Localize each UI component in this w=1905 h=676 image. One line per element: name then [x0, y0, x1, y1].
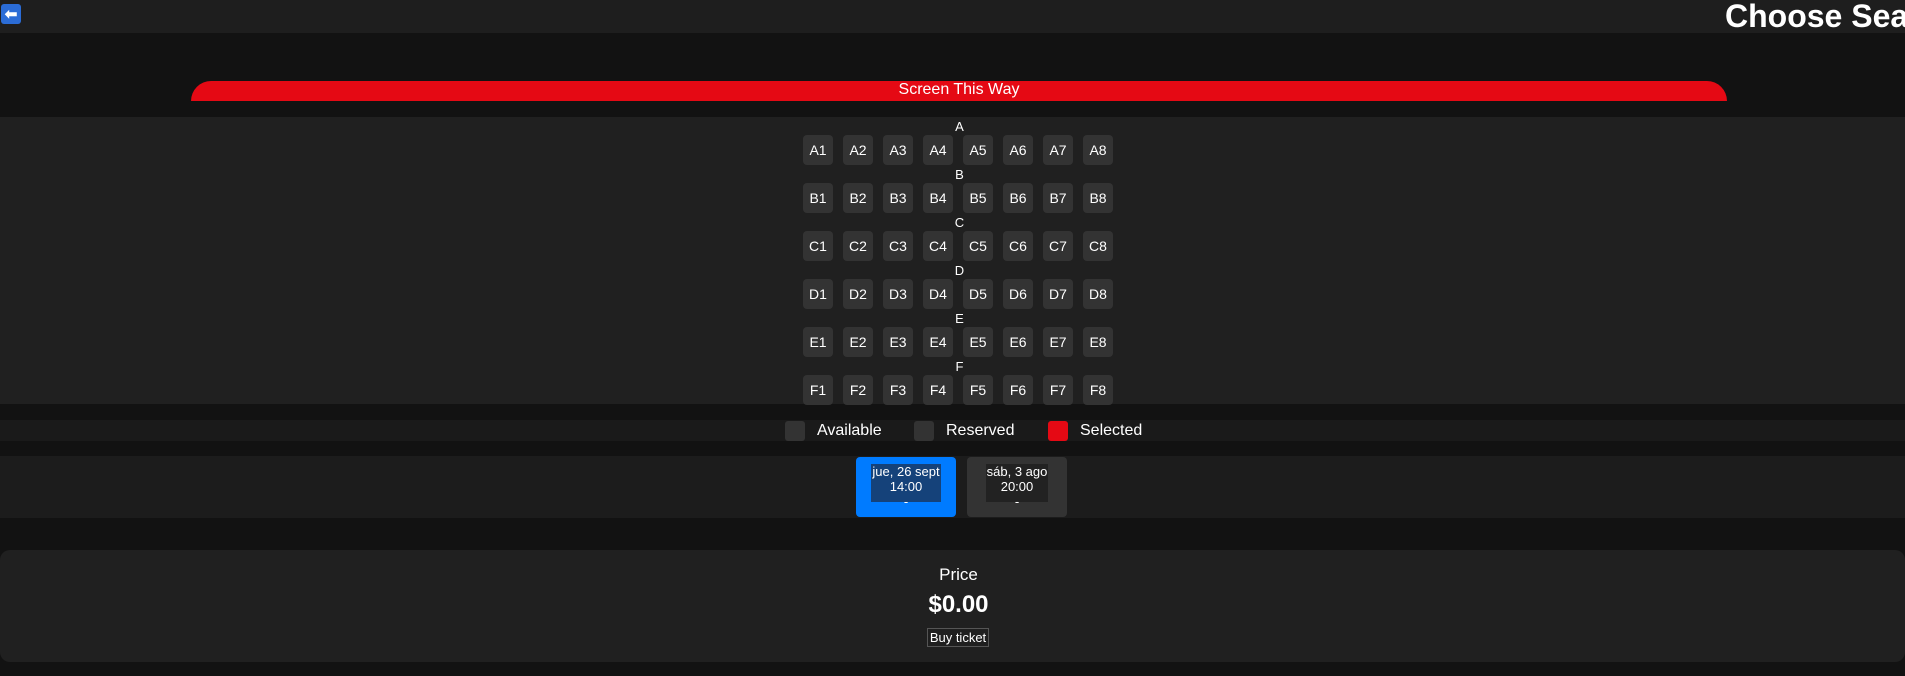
- seat[interactable]: E7: [1043, 327, 1073, 357]
- price-panel: Price $0.00 Buy ticket: [0, 550, 1905, 662]
- seat[interactable]: D2: [843, 279, 873, 309]
- reserved-swatch: [914, 421, 934, 441]
- seat[interactable]: F6: [1003, 375, 1033, 405]
- seat[interactable]: B4: [923, 183, 953, 213]
- seat[interactable]: D4: [923, 279, 953, 309]
- seat[interactable]: E3: [883, 327, 913, 357]
- price-value: $0.00: [928, 591, 989, 618]
- showtime-details: sáb, 3 ago 20:00 -: [985, 464, 1049, 509]
- seat[interactable]: F1: [803, 375, 833, 405]
- seat[interactable]: F5: [963, 375, 993, 405]
- seat[interactable]: B1: [803, 183, 833, 213]
- showtime-details: jue, 26 sept 14:00 -: [871, 464, 941, 509]
- seat-row-b: B1 B2 B3 B4 B5 B6 B7 B8: [803, 183, 1113, 213]
- seat[interactable]: E2: [843, 327, 873, 357]
- seat[interactable]: E5: [963, 327, 993, 357]
- legend-selected: Selected: [1048, 421, 1142, 441]
- showtime-option[interactable]: sáb, 3 ago 20:00 -: [967, 457, 1067, 517]
- seat[interactable]: A5: [963, 135, 993, 165]
- seat-row-c: C1 C2 C3 C4 C5 C6 C7 C8: [803, 231, 1113, 261]
- seat[interactable]: F8: [1083, 375, 1113, 405]
- seat[interactable]: F3: [883, 375, 913, 405]
- legend-label: Available: [817, 422, 882, 439]
- seat[interactable]: C7: [1043, 231, 1073, 261]
- seat-row-a: A1 A2 A3 A4 A5 A6 A7 A8: [803, 135, 1113, 165]
- seat[interactable]: B8: [1083, 183, 1113, 213]
- seat[interactable]: D8: [1083, 279, 1113, 309]
- legend-reserved: Reserved: [914, 421, 1014, 441]
- seat[interactable]: D3: [883, 279, 913, 309]
- seat[interactable]: A1: [803, 135, 833, 165]
- seat[interactable]: D7: [1043, 279, 1073, 309]
- seat[interactable]: A4: [923, 135, 953, 165]
- seat[interactable]: B7: [1043, 183, 1073, 213]
- screen-indicator: Screen This Way: [191, 81, 1727, 101]
- showtime-time: 14:00: [889, 479, 923, 494]
- row-label: A: [955, 119, 964, 134]
- page-title: Choose Seat: [1725, 0, 1905, 33]
- legend-label: Reserved: [946, 422, 1015, 439]
- showtime-time: 20:00: [1000, 479, 1034, 494]
- seat-legend: Available Reserved Selected: [0, 420, 1905, 441]
- seat[interactable]: B2: [843, 183, 873, 213]
- seat[interactable]: D6: [1003, 279, 1033, 309]
- seat[interactable]: C4: [923, 231, 953, 261]
- top-bar: ⬅ Choose Seat: [0, 0, 1905, 33]
- seat[interactable]: C1: [803, 231, 833, 261]
- seat[interactable]: C2: [843, 231, 873, 261]
- showtime-date: jue, 26 sept: [872, 464, 940, 479]
- seat[interactable]: F4: [923, 375, 953, 405]
- selected-swatch: [1048, 421, 1068, 441]
- seat[interactable]: F2: [843, 375, 873, 405]
- showtime-date: sáb, 3 ago: [986, 464, 1048, 479]
- seat[interactable]: E1: [803, 327, 833, 357]
- seat[interactable]: B3: [883, 183, 913, 213]
- showtime-option[interactable]: jue, 26 sept 14:00 -: [856, 457, 956, 517]
- price-label: Price: [939, 565, 978, 584]
- seat[interactable]: B5: [963, 183, 993, 213]
- seat-row-f: F1 F2 F3 F4 F5 F6 F7 F8: [803, 375, 1113, 405]
- seat[interactable]: A3: [883, 135, 913, 165]
- row-label: C: [954, 215, 965, 230]
- seat[interactable]: B6: [1003, 183, 1033, 213]
- seat[interactable]: E6: [1003, 327, 1033, 357]
- buy-ticket-button[interactable]: Buy ticket: [927, 628, 989, 647]
- seat[interactable]: C5: [963, 231, 993, 261]
- seat[interactable]: D5: [963, 279, 993, 309]
- back-arrow-icon[interactable]: ⬅: [1, 4, 21, 24]
- seat[interactable]: C3: [883, 231, 913, 261]
- seat[interactable]: C8: [1083, 231, 1113, 261]
- seat[interactable]: F7: [1043, 375, 1073, 405]
- row-label: B: [955, 167, 964, 182]
- showtime-selector: jue, 26 sept 14:00 - sáb, 3 ago 20:00 -: [0, 456, 1905, 518]
- showtime-extra: -: [1014, 494, 1020, 509]
- available-swatch: [785, 421, 805, 441]
- seat-row-d: D1 D2 D3 D4 D5 D6 D7 D8: [803, 279, 1113, 309]
- seat[interactable]: A6: [1003, 135, 1033, 165]
- seat[interactable]: D1: [803, 279, 833, 309]
- seat-row-e: E1 E2 E3 E4 E5 E6 E7 E8: [803, 327, 1113, 357]
- legend-label: Selected: [1080, 422, 1143, 439]
- row-label: F: [955, 359, 964, 374]
- seat[interactable]: C6: [1003, 231, 1033, 261]
- row-label: D: [954, 263, 965, 278]
- seat-map: A A1 A2 A3 A4 A5 A6 A7 A8 B B1 B2 B3 B4 …: [0, 117, 1905, 405]
- seat[interactable]: E8: [1083, 327, 1113, 357]
- seat[interactable]: A2: [843, 135, 873, 165]
- seat[interactable]: A7: [1043, 135, 1073, 165]
- seat[interactable]: A8: [1083, 135, 1113, 165]
- showtime-extra: -: [903, 494, 909, 509]
- row-label: E: [955, 311, 964, 326]
- legend-available: Available: [785, 421, 882, 441]
- seat[interactable]: E4: [923, 327, 953, 357]
